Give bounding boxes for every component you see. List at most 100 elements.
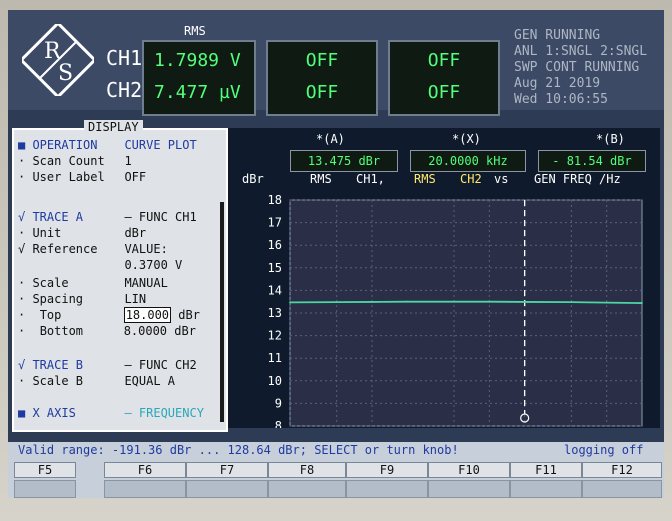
user-label-key: User Label (32, 170, 105, 184)
meter3-off-top: OFF (427, 50, 461, 71)
gen-status-0: GEN RUNNING (514, 28, 601, 43)
cursor-x-header: *(X) (452, 132, 481, 146)
scale-b-value: EQUAL A (124, 374, 176, 388)
fkey-f11[interactable]: F11 (510, 462, 582, 478)
y-tick-13: 13 (268, 306, 282, 320)
fkey-f10-bar[interactable] (428, 480, 510, 498)
meter2-off-top: OFF (305, 50, 339, 71)
plot-area: *(A) *(X) *(B) 13.475 dBr 20.0000 kHz - … (228, 128, 660, 428)
rs-logo-icon: R S (22, 24, 94, 96)
row-unit[interactable]: · Unit dBr (18, 226, 146, 240)
function-keys: F5 F6 F7 F8 F9 F10 F11 F12 (8, 460, 664, 498)
reference-key: Reference (32, 242, 98, 256)
trace-a-point-0 (289, 301, 291, 304)
top-unit: dBr (178, 308, 200, 322)
y-tick-11: 11 (268, 351, 282, 365)
row-scale[interactable]: · Scale MANUAL (18, 276, 168, 290)
trace-a-point-1 (335, 301, 338, 304)
row-trace-a[interactable]: √ TRACE A — FUNC CH1 (18, 210, 197, 224)
legend-rms: RMS (310, 172, 332, 186)
scan-count-value: 1 (124, 154, 132, 168)
y-tick-12: 12 (268, 329, 282, 343)
trace-b-value: — FUNC CH2 (124, 358, 197, 372)
spacing-key: Spacing (32, 292, 84, 306)
unit-value: dBr (124, 226, 147, 240)
gen-status-3: Aug 21 2019 (514, 76, 601, 91)
fkey-f5-bar[interactable] (14, 480, 76, 498)
trace-a-point-9 (641, 302, 643, 304)
row-bottom[interactable]: · Bottom 8.0000 dBr (18, 324, 196, 338)
scan-count-key: Scan Count (32, 154, 105, 168)
operation-key: OPERATION (32, 138, 98, 152)
status-bar: R S RMS CH1 CH2 1.7989 V 7.477 µV OFF OF… (8, 10, 664, 116)
panel-scrollbar[interactable] (220, 202, 224, 422)
y-tick-17: 17 (268, 216, 282, 230)
fkey-f11-bar[interactable] (510, 480, 582, 498)
row-reference[interactable]: √ Reference VALUE: (18, 242, 168, 256)
row-trace-b[interactable]: √ TRACE B — FUNC CH2 (18, 358, 197, 372)
fkey-f9[interactable]: F9 (346, 462, 428, 478)
y-tick-15: 15 (268, 261, 282, 275)
y-tick-18: 18 (268, 193, 282, 207)
fkey-f7[interactable]: F7 (186, 462, 268, 478)
fkey-f12[interactable]: F12 (582, 462, 662, 478)
legend-ch2: CH2 (460, 172, 482, 186)
ch1-value: 1.7989 V (154, 50, 241, 71)
legend-unit: dBr (242, 172, 264, 186)
analyzer-screen: R S RMS CH1 CH2 1.7989 V 7.477 µV OFF OF… (8, 10, 664, 498)
operation-value: CURVE PLOT (124, 138, 197, 152)
scale-value: MANUAL (124, 276, 168, 290)
cursor-x-value: 20.0000 kHz (410, 150, 526, 172)
trace-a-point-6 (523, 301, 526, 303)
fkey-f5[interactable]: F5 (14, 462, 76, 478)
bottom-key: Bottom (39, 324, 84, 338)
curve-plot[interactable]: 1817161514131211109820501005001k2k5k10k (228, 188, 660, 428)
row-operation[interactable]: ■ OPERATION CURVE PLOT (18, 138, 197, 152)
display-panel-title: DISPLAY (84, 120, 143, 134)
row-top[interactable]: · Top 18.000 dBr (18, 307, 200, 323)
trace-b-key: TRACE B (32, 358, 84, 372)
x-axis-key: X AXIS (32, 406, 76, 420)
unit-key: Unit (32, 226, 62, 240)
gen-status-4: Wed 10:06:55 (514, 92, 608, 107)
fkey-f12-bar[interactable] (582, 480, 662, 498)
row-scan-count[interactable]: · Scan Count 1 (18, 154, 132, 168)
top-value-input[interactable]: 18.000 (123, 307, 172, 323)
scale-b-key: Scale B (32, 374, 84, 388)
cursor-a-value: 13.475 dBr (290, 150, 398, 172)
y-tick-10: 10 (268, 374, 282, 388)
user-label-value: OFF (124, 170, 147, 184)
bottom-value: 8.0000 dBr (123, 324, 196, 338)
y-tick-16: 16 (268, 238, 282, 252)
cursor-b-value: - 81.54 dBr (538, 150, 646, 172)
fkey-f8[interactable]: F8 (268, 462, 346, 478)
row-spacing[interactable]: · Spacing LIN (18, 292, 146, 306)
spacing-value: LIN (124, 292, 147, 306)
meter-3: OFF OFF (388, 40, 500, 116)
reference-voltage: 0.3700 V (124, 258, 183, 272)
fkey-f6[interactable]: F6 (104, 462, 186, 478)
legend-rms2: RMS (414, 172, 436, 186)
legend-gen-freq: GEN FREQ /Hz (534, 172, 621, 186)
fkey-f7-bar[interactable] (186, 480, 268, 498)
ch1-meter: 1.7989 V 7.477 µV (142, 40, 256, 116)
row-x-axis[interactable]: ■ X AXIS — FREQUENCY (18, 406, 204, 420)
fkey-f6-bar[interactable] (104, 480, 186, 498)
trace-a-point-8 (605, 301, 608, 304)
trace-a-key: TRACE A (32, 210, 84, 224)
valid-range-text: Valid range: -191.36 dBr ... 128.64 dBr;… (18, 443, 459, 457)
meter2-off-bottom: OFF (305, 82, 339, 103)
row-user-label[interactable]: · User Label OFF (18, 170, 146, 184)
fkey-f8-bar[interactable] (268, 480, 346, 498)
svg-text:S: S (58, 61, 73, 86)
rms-title: RMS (184, 24, 206, 38)
y-tick-9: 9 (275, 396, 282, 410)
row-reference-value[interactable]: 0.3700 V (18, 258, 182, 272)
row-scale-b[interactable]: · Scale B EQUAL A (18, 374, 175, 388)
fkey-f9-bar[interactable] (346, 480, 428, 498)
cursor-b-header: *(B) (596, 132, 625, 146)
gen-status-1: ANL 1:SNGL 2:SNGL (514, 44, 648, 59)
top-key: Top (39, 308, 62, 322)
fkey-f10[interactable]: F10 (428, 462, 510, 478)
trace-a-point-3 (406, 300, 409, 303)
